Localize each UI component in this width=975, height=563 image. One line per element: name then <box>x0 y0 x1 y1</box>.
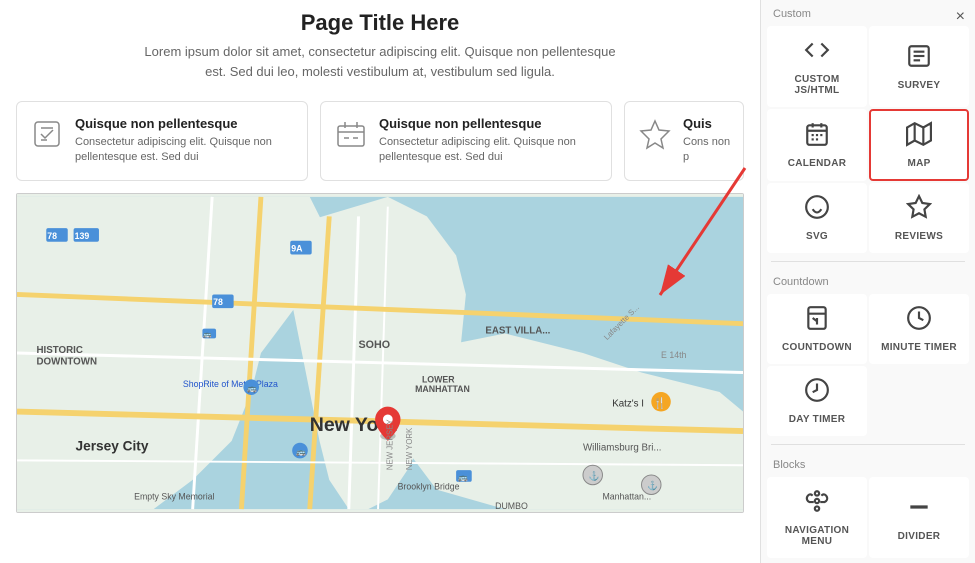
sidebar-item-label-divider: DIVIDER <box>898 531 941 542</box>
svg-text:🚌: 🚌 <box>458 473 468 482</box>
card-1-title: Quisque non pellentesque <box>75 116 295 131</box>
main-content: Page Title Here Lorem ipsum dolor sit am… <box>0 0 760 563</box>
divider-2 <box>771 444 965 445</box>
card-2-title: Quisque non pellentesque <box>379 116 599 131</box>
minute-timer-icon <box>906 305 932 337</box>
map-container: HISTORIC DOWNTOWN Jersey City New York L… <box>16 193 744 513</box>
custom-section-label: Custom <box>761 0 975 24</box>
svg-text:Manhattan...: Manhattan... <box>602 491 651 501</box>
sidebar-item-minute-timer[interactable]: MINUTE TIMER <box>869 294 969 364</box>
card-1-icon <box>29 116 65 152</box>
code-icon <box>804 37 830 69</box>
sidebar-item-label-custom-js-html: CUSTOM JS/HTML <box>772 74 862 96</box>
day-timer-icon <box>804 377 830 409</box>
countdown-items-grid: COUNTDOWN MINUTE TIMER DAY TIMER <box>761 292 975 438</box>
sidebar-item-label-countdown: COUNTDOWN <box>782 342 852 353</box>
card-2-icon <box>333 116 369 152</box>
sidebar: × Custom CUSTOM JS/HTML SU <box>760 0 975 563</box>
svg-text:78: 78 <box>47 231 57 241</box>
sidebar-item-countdown[interactable]: COUNTDOWN <box>767 294 867 364</box>
blocks-section-label: Blocks <box>761 451 975 475</box>
sidebar-item-label-svg: SVG <box>806 231 828 242</box>
map-visual: HISTORIC DOWNTOWN Jersey City New York L… <box>17 194 743 512</box>
card-2: Quisque non pellentesque Consectetur adi… <box>320 101 612 181</box>
sidebar-item-calendar[interactable]: CALENDAR <box>767 109 867 181</box>
sidebar-item-label-navigation-menu: NAVIGATION MENU <box>772 525 862 547</box>
svg-text:Jersey City: Jersey City <box>76 438 149 453</box>
page-title: Page Title Here <box>20 10 740 36</box>
svg-text:DOWNTOWN: DOWNTOWN <box>37 356 97 367</box>
close-button[interactable]: × <box>956 8 965 26</box>
card-2-desc: Consectetur adipiscing elit. Quisque non… <box>379 135 599 166</box>
navigation-menu-icon <box>804 488 830 520</box>
sidebar-item-day-timer[interactable]: DAY TIMER <box>767 366 867 436</box>
divider-1 <box>771 261 965 262</box>
sidebar-item-svg[interactable]: SVG <box>767 183 867 253</box>
svg-text:🚌: 🚌 <box>296 447 306 456</box>
sidebar-item-custom-js-html[interactable]: CUSTOM JS/HTML <box>767 26 867 107</box>
blocks-items-grid: NAVIGATION MENU DIVIDER <box>761 475 975 560</box>
sidebar-item-divider[interactable]: DIVIDER <box>869 477 969 558</box>
svg-text:9A: 9A <box>291 243 303 253</box>
reviews-icon <box>906 194 932 226</box>
sidebar-item-reviews[interactable]: REVIEWS <box>869 183 969 253</box>
calendar-icon <box>804 121 830 153</box>
survey-icon <box>906 43 932 75</box>
countdown-section-label: Countdown <box>761 268 975 292</box>
svg-text:HISTORIC: HISTORIC <box>37 345 83 356</box>
card-2-text: Quisque non pellentesque Consectetur adi… <box>379 116 599 166</box>
card-3: Quis Cons non p <box>624 101 744 181</box>
svg-text:⚓: ⚓ <box>589 471 600 481</box>
svg-text:Williamsburg Bri...: Williamsburg Bri... <box>583 442 662 453</box>
page-header: Page Title Here Lorem ipsum dolor sit am… <box>0 0 760 89</box>
sidebar-item-label-calendar: CALENDAR <box>788 158 847 169</box>
countdown-icon <box>804 305 830 337</box>
custom-items-grid: CUSTOM JS/HTML SURVEY <box>761 24 975 255</box>
svg-text:78: 78 <box>213 297 223 307</box>
svg-text:SOHO: SOHO <box>359 339 391 351</box>
cards-row: Quisque non pellentesque Consectetur adi… <box>0 89 760 193</box>
card-3-desc: Cons non p <box>683 135 731 166</box>
sidebar-item-label-minute-timer: MINUTE TIMER <box>881 342 957 353</box>
map-icon <box>906 121 932 153</box>
svg-icon <box>804 194 830 226</box>
sidebar-item-survey[interactable]: SURVEY <box>869 26 969 107</box>
sidebar-item-label-day-timer: DAY TIMER <box>789 414 846 425</box>
page-subtitle: Lorem ipsum dolor sit amet, consectetur … <box>140 42 620 81</box>
divider-icon <box>906 494 932 526</box>
card-1-desc: Consectetur adipiscing elit. Quisque non… <box>75 135 295 166</box>
svg-text:E 14th: E 14th <box>661 350 686 360</box>
svg-text:EAST VILLA...: EAST VILLA... <box>485 325 550 336</box>
card-1: Quisque non pellentesque Consectetur adi… <box>16 101 308 181</box>
svg-text:🍴: 🍴 <box>653 396 666 409</box>
svg-text:ShopRite of Metro Plaza: ShopRite of Metro Plaza <box>183 379 278 389</box>
svg-text:Brooklyn Bridge: Brooklyn Bridge <box>398 481 460 491</box>
svg-text:🚌: 🚌 <box>203 331 212 338</box>
sidebar-item-map[interactable]: MAP <box>869 109 969 181</box>
sidebar-item-label-reviews: REVIEWS <box>895 231 943 242</box>
card-1-text: Quisque non pellentesque Consectetur adi… <box>75 116 295 166</box>
sidebar-item-navigation-menu[interactable]: NAVIGATION MENU <box>767 477 867 558</box>
svg-text:Katz's I: Katz's I <box>612 398 644 409</box>
card-3-title: Quis <box>683 116 731 131</box>
svg-text:DUMBO: DUMBO <box>495 501 528 511</box>
sidebar-item-label-map: MAP <box>907 158 930 169</box>
sidebar-item-label-survey: SURVEY <box>898 80 941 91</box>
svg-text:LOWER: LOWER <box>422 374 455 384</box>
svg-text:NEW JERSEY: NEW JERSEY <box>386 418 395 469</box>
svg-text:🚌: 🚌 <box>247 384 257 393</box>
svg-text:Empty Sky Memorial: Empty Sky Memorial <box>134 491 214 501</box>
svg-text:139: 139 <box>75 231 90 241</box>
svg-text:MANHATTAN: MANHATTAN <box>415 384 470 394</box>
card-3-icon <box>637 116 673 152</box>
svg-text:⚓: ⚓ <box>647 480 658 490</box>
card-3-text: Quis Cons non p <box>683 116 731 166</box>
svg-text:NEW YORK: NEW YORK <box>405 427 414 470</box>
